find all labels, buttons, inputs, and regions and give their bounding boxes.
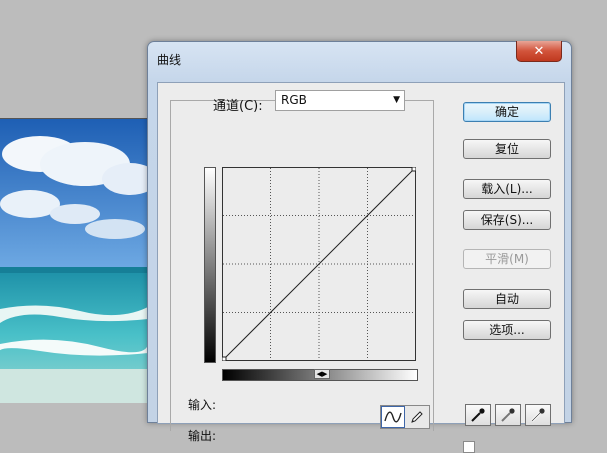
chevron-down-icon: ▼ [393,95,400,105]
gray-point-eyedropper[interactable] [495,404,521,426]
background-photo [0,118,148,403]
auto-button[interactable]: 自动 [463,289,551,309]
eyedropper-black-icon [471,408,485,422]
white-point-eyedropper[interactable] [525,404,551,426]
channel-label: 通道(C): [213,99,263,114]
black-point-eyedropper[interactable] [465,404,491,426]
curve-point-white [411,167,416,172]
channel-select[interactable]: RGB ▼ [275,90,405,111]
close-icon: ✕ [533,43,545,59]
dialog-title: 曲线 [157,53,182,67]
input-label: 输入: [188,398,217,412]
eyedropper-group [465,404,553,426]
close-button[interactable]: ✕ [516,41,562,62]
pencil-tool-button[interactable] [405,406,429,428]
dialog-client-area: 通道(C): RGB ▼ ◀▶ 输入: 输出: 确定 复位 载入(L)... 保… [157,82,565,453]
reset-button[interactable]: 复位 [463,139,551,159]
load-button[interactable]: 载入(L)... [463,179,551,199]
smooth-button[interactable]: 平滑(M) [463,249,551,269]
save-button[interactable]: 保存(S)... [463,210,551,230]
output-gradient-bar [204,167,216,363]
preview-checkbox[interactable] [463,441,475,453]
curve-graph[interactable] [222,167,416,361]
pencil-icon [411,411,423,423]
ok-button[interactable]: 确定 [463,102,551,122]
output-label: 输出: [188,429,217,443]
options-button[interactable]: 选项... [463,320,551,340]
gradient-slider-handle[interactable]: ◀▶ [314,369,330,379]
channel-value: RGB [281,93,307,107]
curve-tool-icon [384,411,402,423]
eyedropper-gray-icon [501,408,515,422]
curve-tool-button[interactable] [381,406,405,428]
curves-dialog: 曲线 ✕ 通道(C): RGB ▼ ◀▶ 输入: 输出: 确定 复位 载入(L)… [147,41,572,453]
curve-tool-group [380,405,430,429]
eyedropper-white-icon [531,408,545,422]
curve-point-black [222,356,227,361]
